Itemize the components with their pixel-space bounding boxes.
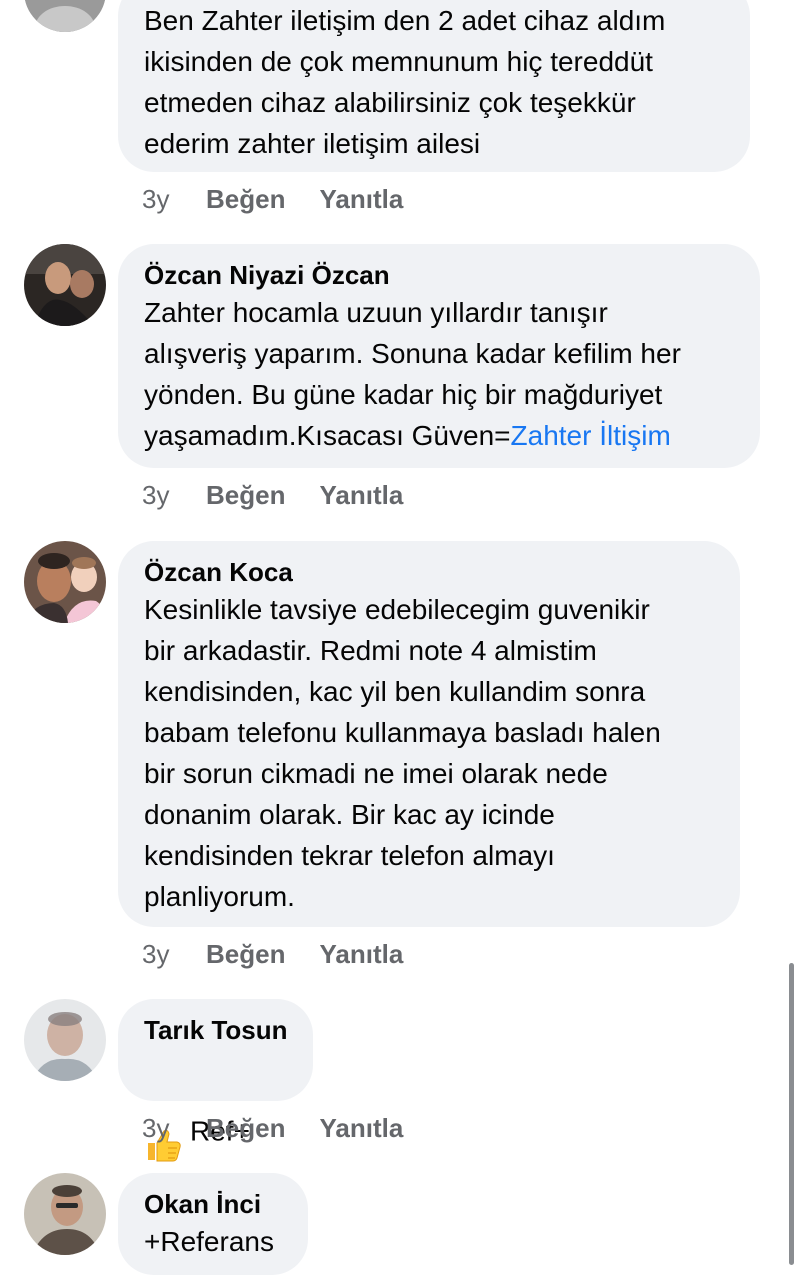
avatar[interactable] bbox=[24, 0, 106, 32]
comment-actions: 3y Beğen Yanıtla bbox=[142, 184, 403, 214]
comment-bubble[interactable]: Ben Zahter iletişim den 2 adet cihaz ald… bbox=[118, 0, 750, 172]
comment-author[interactable]: Tarık Tosun bbox=[144, 1013, 288, 1047]
like-button[interactable]: Beğen bbox=[206, 939, 285, 969]
comment-text: +Referans bbox=[144, 1226, 274, 1257]
avatar[interactable] bbox=[24, 999, 106, 1081]
reply-button[interactable]: Yanıtla bbox=[319, 1113, 403, 1143]
comment-author[interactable]: Okan İnci bbox=[144, 1187, 282, 1221]
reply-button[interactable]: Yanıtla bbox=[319, 184, 403, 214]
avatar-image bbox=[24, 1173, 106, 1255]
comment-text: Zahter hocamla uzuun yıllardır tanışır a… bbox=[144, 292, 734, 456]
avatar[interactable] bbox=[24, 244, 106, 326]
comment-bubble[interactable]: Özcan Niyazi Özcan Zahter hocamla uzuun … bbox=[118, 244, 760, 468]
avatar-image bbox=[24, 541, 106, 623]
avatar-image bbox=[24, 999, 106, 1081]
like-button[interactable]: Beğen bbox=[206, 184, 285, 214]
reply-button[interactable]: Yanıtla bbox=[319, 939, 403, 969]
comment-author[interactable]: Özcan Niyazi Özcan bbox=[144, 258, 734, 292]
comment-text: Kesinlikle tavsiye edebilecegim guveniki… bbox=[144, 594, 661, 912]
comment-actions: 3y Beğen Yanıtla bbox=[142, 939, 403, 969]
scrollbar[interactable] bbox=[789, 963, 794, 1265]
comment-text: Ben Zahter iletişim den 2 adet cihaz ald… bbox=[144, 5, 666, 159]
comment-link[interactable]: Zahter İltişim bbox=[511, 420, 671, 451]
comment-time[interactable]: 3y bbox=[142, 480, 206, 510]
comment-bubble[interactable]: Özcan Koca Kesinlikle tavsiye edebileceg… bbox=[118, 541, 740, 927]
comment-author[interactable]: Özcan Koca bbox=[144, 555, 714, 589]
comment-actions: 3y Beğen Yanıtla bbox=[142, 1113, 403, 1143]
comment-time[interactable]: 3y bbox=[142, 184, 206, 214]
avatar[interactable] bbox=[24, 541, 106, 623]
avatar-image bbox=[24, 0, 106, 32]
avatar[interactable] bbox=[24, 1173, 106, 1255]
like-button[interactable]: Beğen bbox=[206, 1113, 285, 1143]
like-button[interactable]: Beğen bbox=[206, 480, 285, 510]
avatar-image bbox=[24, 244, 106, 326]
comment-time[interactable]: 3y bbox=[142, 1113, 206, 1143]
comment-time[interactable]: 3y bbox=[142, 939, 206, 969]
comment-actions: 3y Beğen Yanıtla bbox=[142, 480, 403, 510]
reply-button[interactable]: Yanıtla bbox=[319, 480, 403, 510]
comment-bubble[interactable]: Tarık Tosun Ref+ bbox=[118, 999, 313, 1162]
comment-bubble[interactable]: Okan İnci +Referans bbox=[118, 1173, 308, 1275]
